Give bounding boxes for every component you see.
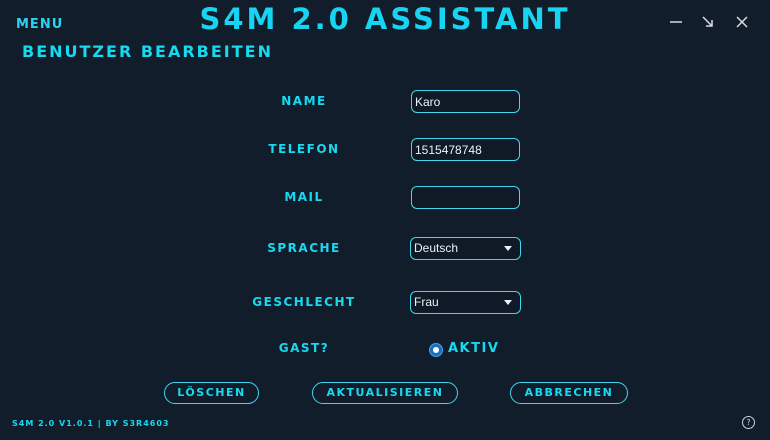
chevron-down-icon bbox=[504, 300, 512, 305]
mail-field[interactable] bbox=[411, 186, 520, 209]
title-bar: Menu S4M 2.0 Assistant bbox=[0, 0, 770, 44]
telefon-field[interactable] bbox=[411, 138, 520, 161]
close-icon[interactable] bbox=[732, 12, 752, 32]
gast-aktiv-label: Aktiv bbox=[448, 341, 500, 356]
geschlecht-selected-value: Frau bbox=[414, 295, 439, 309]
radio-selected-icon[interactable] bbox=[429, 343, 443, 357]
delete-button[interactable]: Löschen bbox=[164, 382, 259, 404]
geschlecht-select[interactable]: Frau bbox=[410, 291, 521, 314]
update-button[interactable]: Aktualisieren bbox=[312, 382, 458, 404]
cancel-button[interactable]: Abbrechen bbox=[510, 382, 628, 404]
app-title: S4M 2.0 Assistant bbox=[199, 2, 571, 36]
geschlecht-label: Geschlecht bbox=[252, 295, 356, 309]
question-circle-icon[interactable]: ? bbox=[742, 416, 755, 429]
telefon-label: Telefon bbox=[268, 142, 340, 156]
sprache-selected-value: Deutsch bbox=[414, 241, 459, 255]
page-title: Benutzer bearbeiten bbox=[22, 42, 273, 61]
mail-label: Mail bbox=[284, 190, 324, 204]
gast-label: Gast? bbox=[278, 341, 330, 355]
chevron-down-icon bbox=[504, 246, 512, 251]
sprache-label: Sprache bbox=[267, 241, 341, 255]
sprache-select[interactable]: Deutsch bbox=[410, 237, 521, 260]
minimize-icon[interactable] bbox=[666, 12, 686, 32]
name-field[interactable] bbox=[411, 90, 520, 113]
restore-icon[interactable] bbox=[698, 12, 718, 32]
version-footer: S4M 2.0 v1.0.1 | by S3R4603 bbox=[12, 419, 170, 428]
name-label: Name bbox=[281, 94, 327, 108]
